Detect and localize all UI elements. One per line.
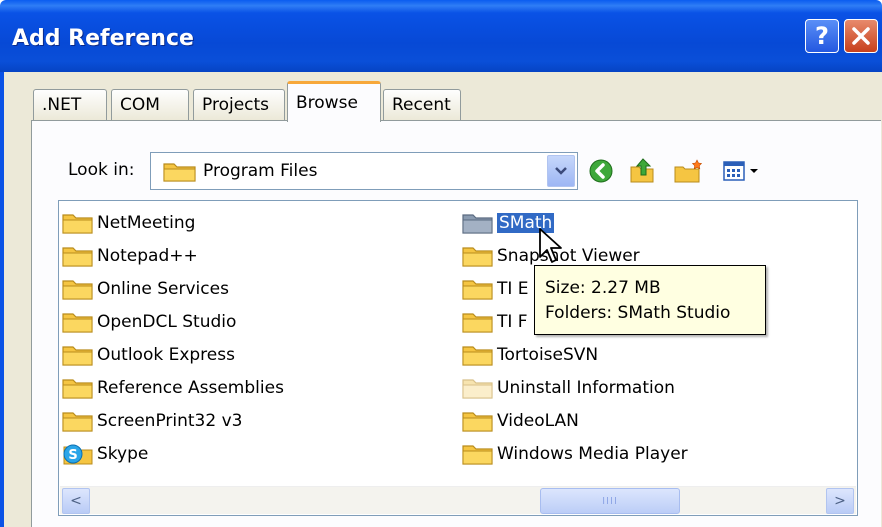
close-icon	[852, 27, 870, 45]
list-item[interactable]: OpenDCL Studio	[62, 308, 236, 336]
item-label: Uninstall Information	[497, 378, 675, 398]
new-folder-icon	[674, 159, 703, 183]
list-item[interactable]: Windows Media Player	[462, 440, 688, 468]
tooltip: Size: 2.27 MB Folders: SMath Studio	[534, 265, 766, 335]
item-label: Reference Assemblies	[97, 378, 284, 398]
view-menu-icon	[723, 161, 758, 181]
item-label: TI E	[497, 279, 529, 299]
item-label: NetMeeting	[97, 213, 196, 233]
folder-icon	[462, 445, 493, 465]
tab-net[interactable]: .NET	[33, 89, 107, 120]
new-folder-button[interactable]	[672, 156, 706, 186]
look-in-value: Program Files	[203, 161, 318, 181]
item-label: Windows Media Player	[497, 444, 688, 464]
list-item[interactable]: TI F	[462, 308, 528, 336]
list-item[interactable]: ScreenPrint32 v3	[62, 407, 242, 435]
look-in-combo[interactable]: Program Files	[150, 152, 578, 190]
folder-icon	[462, 247, 493, 267]
tab-recent[interactable]: Recent	[383, 89, 461, 120]
list-item[interactable]: VideoLAN	[462, 407, 579, 435]
item-label: ScreenPrint32 v3	[97, 411, 243, 431]
folder-icon	[462, 214, 493, 234]
folder-icon	[462, 346, 493, 366]
look-in-dropdown-button[interactable]	[547, 155, 575, 187]
scroll-left-button[interactable]: <	[62, 488, 90, 514]
title-bar: Add Reference ?	[0, 0, 882, 72]
tooltip-size: Size: 2.27 MB	[545, 278, 661, 298]
item-label: Snapshot Viewer	[497, 246, 640, 266]
list-item[interactable]: Online Services	[62, 275, 229, 303]
list-item[interactable]: S Skype	[62, 440, 148, 468]
item-label: TI F	[497, 312, 528, 332]
folder-icon	[163, 163, 196, 182]
list-item[interactable]: NetMeeting	[62, 209, 195, 237]
tab-browse[interactable]: Browse	[287, 81, 381, 122]
tab-label: Projects	[202, 95, 270, 115]
look-in-label: Look in:	[68, 160, 135, 180]
tab-label: Recent	[392, 95, 451, 115]
chevron-left-icon: <	[70, 493, 82, 509]
list-item[interactable]: Outlook Express	[62, 341, 235, 369]
skype-icon: S	[63, 444, 93, 465]
item-label: Outlook Express	[97, 345, 235, 365]
folder-icon	[62, 379, 93, 399]
tooltip-folders: Folders: SMath Studio	[545, 303, 731, 323]
scroll-right-button[interactable]: >	[826, 488, 854, 514]
mouse-cursor-icon	[539, 228, 562, 263]
window-title: Add Reference	[12, 26, 194, 51]
list-item[interactable]: TI E	[462, 275, 529, 303]
folder-pale-icon	[462, 379, 493, 399]
tab-label: .NET	[42, 95, 82, 115]
back-icon	[589, 159, 613, 183]
folder-icon	[62, 280, 93, 300]
item-label: Notepad++	[97, 246, 198, 266]
folder-icon	[62, 412, 93, 432]
tab-com[interactable]: COM	[111, 89, 189, 120]
tab-projects[interactable]: Projects	[193, 89, 285, 120]
tab-label: Browse	[296, 93, 358, 113]
back-button[interactable]	[586, 156, 616, 186]
tab-label: COM	[120, 95, 160, 115]
folder-icon	[462, 313, 493, 333]
up-folder-button[interactable]	[628, 156, 658, 186]
folder-icon	[462, 412, 493, 432]
chevron-right-icon: >	[834, 493, 846, 509]
close-button[interactable]	[844, 19, 878, 53]
up-folder-icon	[630, 158, 654, 183]
folder-icon	[62, 313, 93, 333]
list-item[interactable]: Uninstall Information	[462, 374, 675, 402]
item-label: Skype	[97, 444, 149, 464]
folder-icon	[62, 214, 93, 234]
scroll-thumb[interactable]: IIII	[540, 488, 680, 514]
list-item[interactable]: TortoiseSVN	[462, 341, 598, 369]
list-item[interactable]: Notepad++	[62, 242, 198, 270]
folder-icon	[462, 280, 493, 300]
chevron-down-icon	[555, 167, 567, 175]
list-item[interactable]: Reference Assemblies	[62, 374, 284, 402]
item-label: OpenDCL Studio	[97, 312, 237, 332]
view-menu-button[interactable]	[720, 156, 764, 186]
folder-icon	[62, 247, 93, 267]
svg-text:S: S	[68, 448, 77, 463]
help-button[interactable]: ?	[805, 19, 839, 53]
item-label: TortoiseSVN	[497, 345, 599, 365]
item-label: Online Services	[97, 279, 229, 299]
grip-icon: IIII	[602, 495, 618, 507]
item-label: VideoLAN	[497, 411, 579, 431]
horizontal-scrollbar[interactable]: < IIII >	[60, 486, 856, 514]
folder-icon	[62, 346, 93, 366]
